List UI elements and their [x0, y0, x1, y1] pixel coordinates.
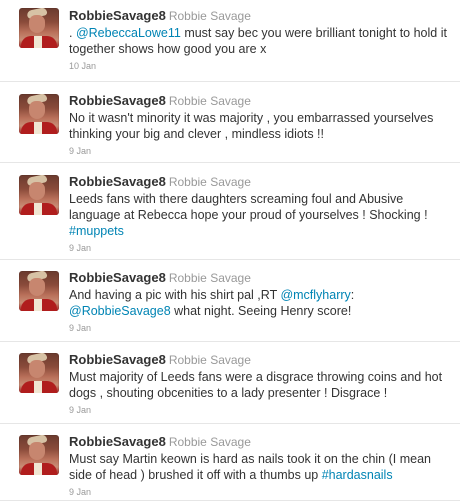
tweet-text: Must majority of Leeds fans were a disgr…	[69, 369, 453, 401]
avatar-stripe	[34, 381, 42, 393]
timestamp-link[interactable]: 9 Jan	[69, 242, 452, 254]
avatar-stripe	[34, 203, 42, 215]
avatar[interactable]	[19, 175, 59, 215]
timestamp-link[interactable]: 9 Jan	[69, 404, 452, 416]
tweet-item: RobbieSavage8 Robbie Savage Must say Marti…	[0, 424, 460, 501]
tweet-text-segment: :	[350, 288, 355, 302]
mention-link[interactable]: @RobbieSavage8	[69, 304, 171, 318]
avatar-face	[29, 442, 45, 460]
tweet-item: RobbieSavage8 Robbie Savage Must majority …	[0, 342, 460, 424]
mention-link[interactable]: @RebeccaLowe11	[76, 26, 181, 40]
tweet-content: RobbieSavage8 Robbie Savage No it wasn't m…	[69, 93, 452, 157]
tweet-item: RobbieSavage8 Robbie Savage And having a p…	[0, 260, 460, 342]
full-name: Robbie Savage	[168, 435, 251, 449]
tweet-item: RobbieSavage8 Robbie Savage. @RebeccaLowe…	[0, 0, 460, 82]
tweet-feed: RobbieSavage8 Robbie Savage. @RebeccaLowe…	[0, 0, 468, 501]
author-line: RobbieSavage8 Robbie Savage	[69, 352, 452, 368]
author-line: RobbieSavage8 Robbie Savage	[69, 270, 452, 286]
tweet-text-segment: No it wasn't minority it was majority , …	[69, 111, 434, 141]
full-name: Robbie Savage	[168, 9, 251, 23]
timestamp-link[interactable]: 10 Jan	[69, 60, 452, 72]
timestamp-link[interactable]: 9 Jan	[69, 486, 452, 498]
tweet-text-segment: what night. Seeing Henry score!	[170, 304, 352, 318]
tweet-content: RobbieSavage8 Robbie Savage Must say Marti…	[69, 434, 452, 498]
tweet-content: RobbieSavage8 Robbie Savage And having a p…	[69, 270, 452, 334]
tweet-text: Leeds fans with there daughters screamin…	[69, 191, 453, 239]
screen-name-link[interactable]: RobbieSavage8	[69, 270, 166, 285]
tweet-text-segment: Must majority of Leeds fans were a disgr…	[69, 370, 443, 400]
full-name: Robbie Savage	[168, 353, 251, 367]
tweet-text-segment: And having a pic with his shirt pal ,RT	[69, 288, 281, 302]
timestamp-link[interactable]: 9 Jan	[69, 322, 452, 334]
tweet-text: . @RebeccaLowe11 must say bec you were b…	[69, 25, 453, 57]
avatar-face	[29, 278, 45, 296]
tweet-text: Must say Martin keown is hard as nails t…	[69, 451, 453, 483]
screen-name-link[interactable]: RobbieSavage8	[69, 434, 166, 449]
tweet-text-segment: .	[69, 26, 76, 40]
avatar-stripe	[34, 122, 42, 134]
tweet-text-segment: Leeds fans with there daughters screamin…	[69, 192, 428, 222]
full-name: Robbie Savage	[168, 94, 251, 108]
avatar-face	[29, 15, 45, 33]
tweet-content: RobbieSavage8 Robbie Savage. @RebeccaLowe…	[69, 8, 452, 72]
avatar-stripe	[34, 463, 42, 475]
mention-link[interactable]: @mcflyharry	[280, 288, 350, 302]
avatar-face	[29, 101, 45, 119]
screen-name-link[interactable]: RobbieSavage8	[69, 93, 166, 108]
avatar[interactable]	[19, 353, 59, 393]
tweet-content: RobbieSavage8 Robbie Savage Must majority …	[69, 352, 452, 416]
tweet-text: No it wasn't minority it was majority , …	[69, 110, 453, 142]
avatar[interactable]	[19, 435, 59, 475]
avatar-stripe	[34, 36, 42, 48]
tweet-text: And having a pic with his shirt pal ,RT …	[69, 287, 453, 319]
avatar[interactable]	[19, 8, 59, 48]
avatar-face	[29, 360, 45, 378]
tweet-item: RobbieSavage8 Robbie Savage No it wasn't m…	[0, 82, 460, 163]
hashtag-link[interactable]: #hardasnails	[322, 468, 393, 482]
avatar-stripe	[34, 299, 42, 311]
full-name: Robbie Savage	[168, 175, 251, 189]
tweet-content: RobbieSavage8 Robbie Savage Leeds fans wit…	[69, 174, 452, 254]
author-line: RobbieSavage8 Robbie Savage	[69, 93, 452, 109]
avatar[interactable]	[19, 271, 59, 311]
tweet-item: RobbieSavage8 Robbie Savage Leeds fans wit…	[0, 163, 460, 260]
author-line: RobbieSavage8 Robbie Savage	[69, 8, 452, 24]
screen-name-link[interactable]: RobbieSavage8	[69, 352, 166, 367]
screen-name-link[interactable]: RobbieSavage8	[69, 8, 166, 23]
full-name: Robbie Savage	[168, 271, 251, 285]
hashtag-link[interactable]: #muppets	[69, 224, 124, 238]
timestamp-link[interactable]: 9 Jan	[69, 145, 452, 157]
author-line: RobbieSavage8 Robbie Savage	[69, 174, 452, 190]
screen-name-link[interactable]: RobbieSavage8	[69, 174, 166, 189]
avatar[interactable]	[19, 94, 59, 134]
avatar-face	[29, 182, 45, 200]
author-line: RobbieSavage8 Robbie Savage	[69, 434, 452, 450]
